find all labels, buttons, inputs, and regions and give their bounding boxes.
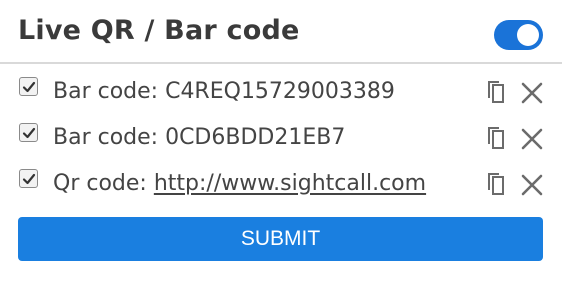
copy-icon[interactable] (486, 80, 510, 106)
submit-button[interactable]: SUBMIT (18, 217, 543, 261)
close-icon[interactable] (519, 80, 545, 106)
row-checkbox[interactable] (19, 169, 38, 188)
code-label: Bar code: 0CD6BDD21EB7 (53, 125, 345, 150)
toggle-knob (517, 24, 539, 46)
code-label: Qr code: http://www.sightcall.com (53, 171, 426, 196)
check-icon (22, 81, 36, 93)
close-icon[interactable] (519, 172, 545, 198)
code-link[interactable]: http://www.sightcall.com (154, 171, 426, 196)
copy-icon[interactable] (486, 126, 510, 152)
code-prefix: Bar code: (53, 125, 166, 150)
code-value: C4REQ15729003389 (165, 79, 395, 104)
close-icon[interactable] (519, 126, 545, 152)
check-icon (22, 127, 36, 139)
code-prefix: Qr code: (53, 171, 154, 196)
live-toggle[interactable] (494, 20, 543, 50)
panel-title: Live QR / Bar code (18, 15, 300, 46)
copy-icon[interactable] (486, 172, 510, 198)
check-icon (22, 173, 36, 185)
code-prefix: Bar code: (53, 79, 166, 104)
code-value: 0CD6BDD21EB7 (165, 125, 346, 150)
code-label: Bar code: C4REQ15729003389 (53, 79, 395, 104)
panel-header: Live QR / Bar code (0, 0, 562, 64)
code-row: Bar code: 0CD6BDD21EB7 (0, 118, 562, 158)
row-checkbox[interactable] (19, 123, 38, 142)
code-row: Bar code: C4REQ15729003389 (0, 72, 562, 112)
code-row: Qr code: http://www.sightcall.com (0, 164, 562, 204)
row-checkbox[interactable] (19, 77, 38, 96)
